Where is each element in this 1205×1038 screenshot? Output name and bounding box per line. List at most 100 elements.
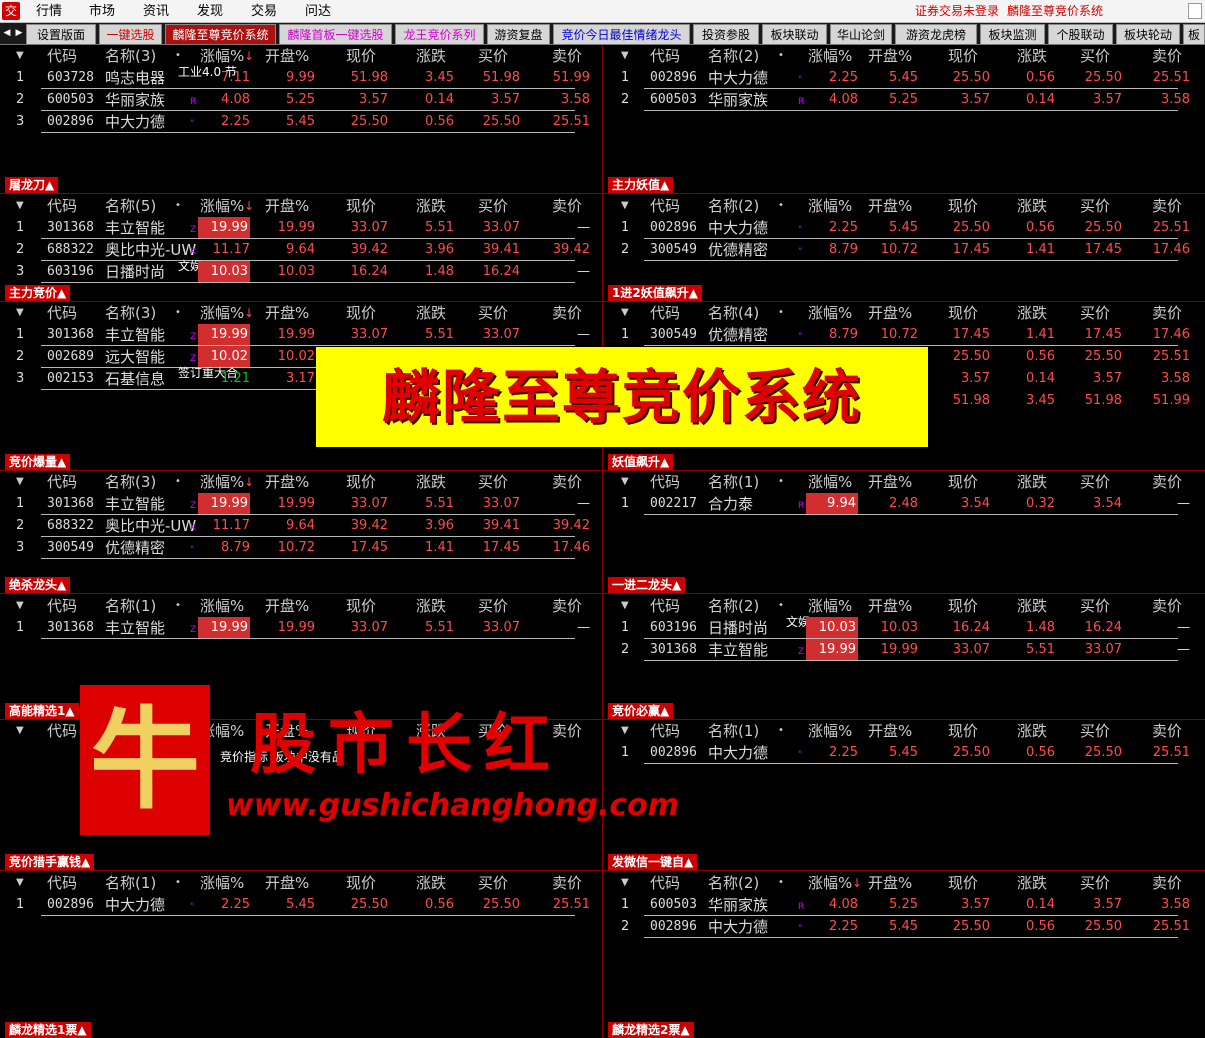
col-header-code[interactable]: 代码 <box>47 720 77 742</box>
col-header-name[interactable]: 名称(2) <box>708 872 759 894</box>
tab-0[interactable]: 设置版面 <box>26 24 96 44</box>
panel-collapse-icon[interactable]: ▼ <box>621 720 629 742</box>
panel-collapse-icon[interactable]: ▼ <box>16 595 24 617</box>
stock-row[interactable]: 1 603728 鸣志电器 工业4.0 节 7.11 9.99 51.98 3.45 51.98… <box>0 65 602 89</box>
col-header-code[interactable]: 代码 <box>47 595 77 617</box>
col-header-bid[interactable]: 买价 <box>478 595 508 617</box>
col-header-code[interactable]: 代码 <box>650 45 680 67</box>
stock-row[interactable]: 1 301368 丰立智能 Z 19.99 19.99 33.07 5.51 33.07— <box>0 217 602 239</box>
col-header-ask[interactable]: 卖价 <box>1152 45 1182 67</box>
col-header-code[interactable]: 代码 <box>47 302 77 324</box>
col-header-code[interactable]: 代码 <box>650 471 680 493</box>
col-header-open[interactable]: 开盘% <box>868 872 912 894</box>
col-header-code[interactable]: 代码 <box>47 195 77 217</box>
col-header-change[interactable]: 涨幅% <box>808 720 852 742</box>
col-header-ask[interactable]: 卖价 <box>552 471 582 493</box>
col-header-price[interactable]: 现价 <box>948 302 978 324</box>
col-header-diff[interactable]: 涨跌 <box>1017 471 1047 493</box>
col-header-bid[interactable]: 买价 <box>1080 195 1110 217</box>
col-header-bid[interactable]: 买价 <box>478 302 508 324</box>
col-header-price[interactable]: 现价 <box>948 45 978 67</box>
col-header-name[interactable]: 名称(1) <box>708 720 759 742</box>
panel-collapse-icon[interactable]: ▼ <box>16 720 24 742</box>
tab-13[interactable]: 板块轮动 <box>1116 24 1180 44</box>
col-header-open[interactable]: 开盘% <box>868 45 912 67</box>
column-options-icon[interactable]: • <box>778 195 784 217</box>
col-header-code[interactable]: 代码 <box>650 720 680 742</box>
col-header-price[interactable]: 现价 <box>948 195 978 217</box>
panel-title-2[interactable]: 主力竞价▲ <box>5 285 71 301</box>
col-header-price[interactable]: 现价 <box>346 45 376 67</box>
col-header-open[interactable]: 开盘% <box>265 471 309 493</box>
panel-title-13[interactable]: 麟龙精选2票▲ <box>608 1022 694 1038</box>
stock-row[interactable]: 2 301368 丰立智能 Z 19.99 19.99 33.07 5.51 33.07— <box>603 639 1205 661</box>
window-control-button[interactable] <box>1188 3 1202 19</box>
stock-row[interactable]: 2 600503 华丽家族 R 4.08 5.25 3.57 0.14 3.57 3.58 <box>603 89 1205 111</box>
stock-row[interactable]: 3 300549 优德精密 " 8.79 10.72 17.45 1.41 17.45 17.46 <box>0 537 602 559</box>
col-header-name[interactable]: 名称(4) <box>708 302 759 324</box>
menu-item-trade[interactable]: 交易 <box>251 0 277 23</box>
stock-row[interactable]: 1 002896 中大力德 " 2.25 5.45 25.50 0.56 25.50 25.51 <box>603 217 1205 239</box>
menu-item-quotes[interactable]: 行情 <box>36 0 62 23</box>
panel-title-5[interactable]: 妖值飙升▲ <box>608 454 674 470</box>
stock-row[interactable]: 1 300549 优德精密 " 8.79 10.72 17.45 1.41 17.45 17.46 <box>603 324 1205 346</box>
col-header-price[interactable]: 现价 <box>346 302 376 324</box>
col-header-open[interactable]: 开盘% <box>868 471 912 493</box>
stock-row[interactable]: 1 002217 合力泰 R 9.94 2.48 3.54 0.32 3.54 — <box>603 493 1205 515</box>
col-header-ask[interactable]: 卖价 <box>552 872 582 894</box>
col-header-price[interactable]: 现价 <box>948 720 978 742</box>
col-header-diff[interactable]: 涨跌 <box>416 195 446 217</box>
col-header-diff[interactable]: 涨跌 <box>1017 720 1047 742</box>
panel-title-6[interactable]: 绝杀龙头▲ <box>5 577 71 593</box>
tab-14[interactable]: 板 <box>1183 24 1205 44</box>
column-options-icon[interactable]: • <box>778 872 784 894</box>
col-header-price[interactable]: 现价 <box>948 872 978 894</box>
tab-9[interactable]: 华山论剑 <box>830 24 892 44</box>
col-header-diff[interactable]: 涨跌 <box>1017 45 1047 67</box>
col-header-code[interactable]: 代码 <box>650 302 680 324</box>
col-header-bid[interactable]: 买价 <box>478 45 508 67</box>
stock-row[interactable]: 3 002896 中大力德 " 2.25 5.45 25.50 0.56 25.50 25.51 <box>0 111 602 133</box>
col-header-bid[interactable]: 买价 <box>1080 45 1110 67</box>
tab-3[interactable]: 麟隆首板一键选股 <box>279 24 392 44</box>
column-options-icon[interactable]: • <box>778 45 784 67</box>
tab-8[interactable]: 板块联动 <box>762 24 827 44</box>
stock-row[interactable]: 1 002896 中大力德 " 2.25 5.45 25.50 0.56 25.50 25.51 <box>0 894 602 916</box>
stock-row[interactable]: 2 600503 华丽家族 R 4.08 5.25 3.57 0.14 3.57 3.58 <box>0 89 602 111</box>
tab-1[interactable]: 一键选股 <box>99 24 162 44</box>
tab-12[interactable]: 个股联动 <box>1048 24 1113 44</box>
panel-collapse-icon[interactable]: ▼ <box>621 45 629 67</box>
stock-row[interactable]: 1 603196 日播时尚 文娱 10.03 10.03 16.24 1.48 16.24— <box>603 615 1205 639</box>
col-header-change[interactable]: 涨幅% <box>808 195 852 217</box>
panel-collapse-icon[interactable]: ▼ <box>16 872 24 894</box>
col-header-name[interactable]: 名称(2) <box>708 595 759 617</box>
col-header-diff[interactable]: 涨跌 <box>416 45 446 67</box>
stock-row[interactable]: 2 688322 奥比中光-UW K 11.17 9.64 39.42 3.96 39.41 39… <box>0 515 602 537</box>
stock-row[interactable]: 1 301368 丰立智能 Z 19.99 19.99 33.07 5.51 33.07— <box>0 324 602 346</box>
col-header-open[interactable]: 开盘% <box>868 720 912 742</box>
col-header-name[interactable]: 名称(3) <box>105 471 156 493</box>
col-header-diff[interactable]: 涨跌 <box>1017 595 1047 617</box>
col-header-ask[interactable]: 卖价 <box>552 302 582 324</box>
col-header-bid[interactable]: 买价 <box>1080 595 1110 617</box>
tab-4[interactable]: 龙王竞价系列 <box>395 24 484 44</box>
col-header-open[interactable]: 开盘% <box>868 195 912 217</box>
col-header-diff[interactable]: 涨跌 <box>416 872 446 894</box>
col-header-ask[interactable]: 卖价 <box>552 195 582 217</box>
panel-title-0[interactable]: 屠龙刀▲ <box>5 177 59 193</box>
stock-row[interactable]: 3 603196 日播时尚 文娱 10.03 10.03 16.24 1.48 16.24— <box>0 259 602 283</box>
panel-collapse-icon[interactable]: ▼ <box>621 471 629 493</box>
column-options-icon[interactable]: • <box>175 595 181 617</box>
col-header-price[interactable]: 现价 <box>948 595 978 617</box>
panel-collapse-icon[interactable]: ▼ <box>16 302 24 324</box>
stock-row[interactable]: 2 688322 奥比中光-UW K 11.17 9.64 39.42 3.96 39.41 39… <box>0 239 602 261</box>
col-header-name[interactable]: 名称(3) <box>105 45 156 67</box>
col-header-diff[interactable]: 涨跌 <box>416 595 446 617</box>
panel-title-7[interactable]: 一进二龙头▲ <box>608 577 686 593</box>
col-header-ask[interactable]: 卖价 <box>1152 595 1182 617</box>
col-header-code[interactable]: 代码 <box>650 595 680 617</box>
col-header-name[interactable]: 名称(1) <box>105 872 156 894</box>
col-header-bid[interactable]: 买价 <box>478 471 508 493</box>
col-header-bid[interactable]: 买价 <box>1080 471 1110 493</box>
panel-title-8[interactable]: 高能精选1▲ <box>5 703 79 719</box>
